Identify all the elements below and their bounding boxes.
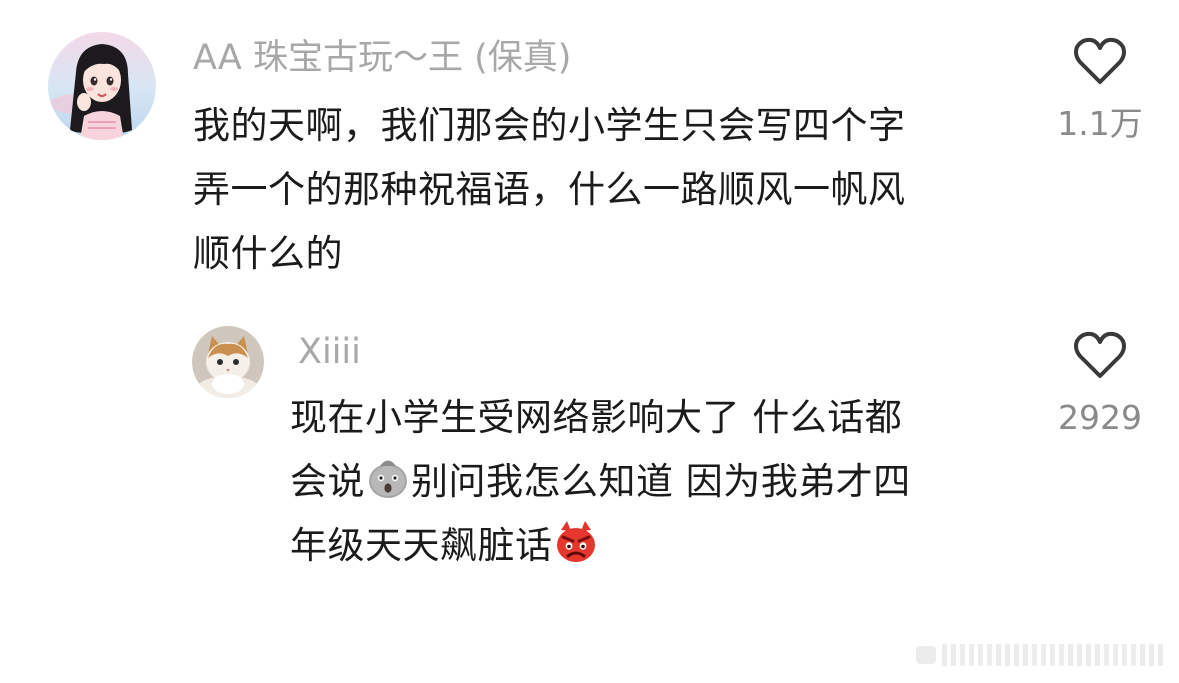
fluffy-cat-avatar-icon bbox=[192, 326, 264, 398]
comment-text-segment: 会说 bbox=[290, 460, 365, 503]
shocked-face-emoji-icon bbox=[369, 460, 407, 498]
heart-outline-icon[interactable] bbox=[1073, 36, 1127, 86]
watermark-graphic bbox=[916, 644, 1163, 666]
comment-text-line: 弄一个的那种祝福语，什么一路顺风一帆风 bbox=[193, 168, 906, 211]
comment-text-segment: 别问我怎么知道 因为我弟才四 bbox=[411, 460, 911, 503]
heart-outline-icon[interactable] bbox=[1073, 330, 1127, 380]
comment-text: 我的天啊，我们那会的小学生只会写四个字 弄一个的那种祝福语，什么一路顺风一帆风 … bbox=[193, 94, 1013, 286]
comment-text-line: 现在小学生受网络影响大了 什么话都 bbox=[290, 396, 903, 439]
user-avatar[interactable] bbox=[192, 326, 264, 398]
user-avatar[interactable] bbox=[48, 32, 156, 140]
comment-text-line: 年级天天飙脏话 bbox=[290, 514, 1010, 578]
comment-text-line: 我的天啊，我们那会的小学生只会写四个字 bbox=[193, 104, 906, 147]
angry-devil-emoji-icon bbox=[556, 521, 595, 562]
like-count: 1.1万 bbox=[1057, 104, 1143, 143]
comment-text-line: 顺什么的 bbox=[193, 232, 343, 275]
comment-username[interactable]: AA 珠宝古玩～王 (保真) bbox=[193, 36, 571, 80]
like-count: 2929 bbox=[1058, 398, 1142, 437]
comment-text-segment: 年级天天飙脏话 bbox=[290, 524, 553, 567]
comment-text-line: 会说 别问我怎么知道 因为我弟才四 bbox=[290, 450, 1010, 514]
cartoon-girl-avatar-icon bbox=[48, 32, 156, 140]
comment-username[interactable]: Xiiii bbox=[298, 330, 361, 374]
reply-comment-item: Xiiii 现在小学生受网络影响大了 什么话都 会说 别问我怎么知道 因为我弟才… bbox=[0, 310, 1179, 610]
comment-item: AA 珠宝古玩～王 (保真) 我的天啊，我们那会的小学生只会写四个字 弄一个的那… bbox=[0, 0, 1179, 300]
comment-text: 现在小学生受网络影响大了 什么话都 会说 别问我怎么知道 因为我弟才四 年级天天… bbox=[290, 386, 1010, 578]
like-button[interactable]: 2929 bbox=[1030, 330, 1170, 438]
like-button[interactable]: 1.1万 bbox=[1030, 36, 1170, 144]
